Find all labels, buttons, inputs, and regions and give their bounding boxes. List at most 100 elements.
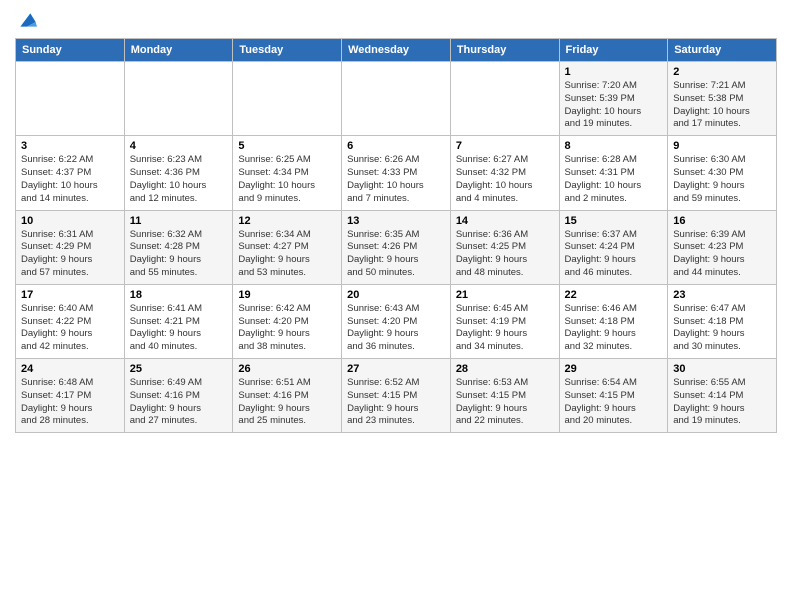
calendar-cell: 12 Sunrise: 6:34 AM Sunset: 4:27 PM Dayli… — [233, 210, 342, 284]
calendar-cell: 1 Sunrise: 7:20 AM Sunset: 5:39 PM Daylig… — [559, 62, 668, 136]
day-number: 7 — [456, 140, 554, 152]
calendar-cell: 5 Sunrise: 6:25 AM Sunset: 4:34 PM Daylig… — [233, 136, 342, 210]
calendar-cell: 26 Sunrise: 6:51 AM Sunset: 4:16 PM Dayli… — [233, 359, 342, 433]
day-of-week-header: Thursday — [450, 39, 559, 62]
day-info: Sunrise: 6:30 AM Sunset: 4:30 PM Dayligh… — [673, 154, 745, 203]
day-number: 26 — [238, 363, 336, 375]
day-number: 5 — [238, 140, 336, 152]
calendar-cell: 10 Sunrise: 6:31 AM Sunset: 4:29 PM Dayli… — [16, 210, 125, 284]
day-number: 17 — [21, 289, 119, 301]
calendar-cell: 19Sunrise: 6:42 AM Sunset: 4:20 PM Dayli… — [233, 284, 342, 358]
day-of-week-header: Tuesday — [233, 39, 342, 62]
calendar-cell: 24 Sunrise: 6:48 AM Sunset: 4:17 PM Dayli… — [16, 359, 125, 433]
day-info: Sunrise: 6:51 AM Sunset: 4:16 PM Dayligh… — [238, 377, 310, 426]
day-info: Sunrise: 6:45 AM Sunset: 4:19 PM Dayligh… — [456, 303, 528, 352]
calendar-week-row: 17 Sunrise: 6:40 AM Sunset: 4:22 PM Dayli… — [16, 284, 777, 358]
calendar-header-row: SundayMondayTuesdayWednesdayThursdayFrid… — [16, 39, 777, 62]
day-info: Sunrise: 6:27 AM Sunset: 4:32 PM Dayligh… — [456, 154, 533, 203]
calendar-cell: 30 Sunrise: 6:55 AM Sunset: 4:14 PM Dayli… — [668, 359, 777, 433]
calendar-cell: 22 Sunrise: 6:46 AM Sunset: 4:18 PM Dayli… — [559, 284, 668, 358]
calendar-cell: 3Sunrise: 6:22 AM Sunset: 4:37 PM Daylig… — [16, 136, 125, 210]
calendar-cell: 18 Sunrise: 6:41 AM Sunset: 4:21 PM Dayli… — [124, 284, 233, 358]
calendar-cell: 21 Sunrise: 6:45 AM Sunset: 4:19 PM Dayli… — [450, 284, 559, 358]
day-number: 25 — [130, 363, 228, 375]
day-number: 12 — [238, 215, 336, 227]
day-number: 13 — [347, 215, 445, 227]
day-info: Sunrise: 6:49 AM Sunset: 4:16 PM Dayligh… — [130, 377, 202, 426]
day-number: 24 — [21, 363, 119, 375]
calendar-cell: 16Sunrise: 6:39 AM Sunset: 4:23 PM Dayli… — [668, 210, 777, 284]
day-number: 15 — [565, 215, 663, 227]
day-info: Sunrise: 7:21 AM Sunset: 5:38 PM Dayligh… — [673, 80, 750, 129]
day-of-week-header: Friday — [559, 39, 668, 62]
day-info: Sunrise: 6:55 AM Sunset: 4:14 PM Dayligh… — [673, 377, 745, 426]
calendar-cell — [16, 62, 125, 136]
calendar-cell — [233, 62, 342, 136]
calendar-cell: 25 Sunrise: 6:49 AM Sunset: 4:16 PM Dayli… — [124, 359, 233, 433]
calendar-cell: 4 Sunrise: 6:23 AM Sunset: 4:36 PM Daylig… — [124, 136, 233, 210]
day-number: 23 — [673, 289, 771, 301]
day-number: 3 — [21, 140, 119, 152]
day-info: Sunrise: 6:43 AM Sunset: 4:20 PM Dayligh… — [347, 303, 419, 352]
day-number: 8 — [565, 140, 663, 152]
day-number: 20 — [347, 289, 445, 301]
day-number: 27 — [347, 363, 445, 375]
day-info: Sunrise: 6:47 AM Sunset: 4:18 PM Dayligh… — [673, 303, 745, 352]
day-number: 1 — [565, 66, 663, 78]
calendar-cell: 11 Sunrise: 6:32 AM Sunset: 4:28 PM Dayli… — [124, 210, 233, 284]
day-number: 4 — [130, 140, 228, 152]
calendar-cell: 15Sunrise: 6:37 AM Sunset: 4:24 PM Dayli… — [559, 210, 668, 284]
calendar-cell: 23 Sunrise: 6:47 AM Sunset: 4:18 PM Dayli… — [668, 284, 777, 358]
logo-icon — [17, 10, 37, 30]
day-info: Sunrise: 6:53 AM Sunset: 4:15 PM Dayligh… — [456, 377, 528, 426]
day-number: 18 — [130, 289, 228, 301]
calendar-week-row: 24 Sunrise: 6:48 AM Sunset: 4:17 PM Dayli… — [16, 359, 777, 433]
calendar-cell: 17 Sunrise: 6:40 AM Sunset: 4:22 PM Dayli… — [16, 284, 125, 358]
day-number: 29 — [565, 363, 663, 375]
calendar-cell — [124, 62, 233, 136]
day-info: Sunrise: 6:40 AM Sunset: 4:22 PM Dayligh… — [21, 303, 93, 352]
calendar-cell: 13 Sunrise: 6:35 AM Sunset: 4:26 PM Dayli… — [342, 210, 451, 284]
calendar-cell: 2 Sunrise: 7:21 AM Sunset: 5:38 PM Daylig… — [668, 62, 777, 136]
calendar-cell: 27 Sunrise: 6:52 AM Sunset: 4:15 PM Dayli… — [342, 359, 451, 433]
calendar-cell: 14Sunrise: 6:36 AM Sunset: 4:25 PM Dayli… — [450, 210, 559, 284]
day-info: Sunrise: 6:36 AM Sunset: 4:25 PM Dayligh… — [456, 229, 528, 278]
day-number: 30 — [673, 363, 771, 375]
day-info: Sunrise: 6:46 AM Sunset: 4:18 PM Dayligh… — [565, 303, 637, 352]
calendar-week-row: 1 Sunrise: 7:20 AM Sunset: 5:39 PM Daylig… — [16, 62, 777, 136]
day-number: 21 — [456, 289, 554, 301]
day-info: Sunrise: 6:35 AM Sunset: 4:26 PM Dayligh… — [347, 229, 419, 278]
day-number: 22 — [565, 289, 663, 301]
day-info: Sunrise: 6:48 AM Sunset: 4:17 PM Dayligh… — [21, 377, 93, 426]
day-number: 2 — [673, 66, 771, 78]
day-info: Sunrise: 6:28 AM Sunset: 4:31 PM Dayligh… — [565, 154, 642, 203]
day-info: Sunrise: 6:41 AM Sunset: 4:21 PM Dayligh… — [130, 303, 202, 352]
day-number: 28 — [456, 363, 554, 375]
calendar-body: 1 Sunrise: 7:20 AM Sunset: 5:39 PM Daylig… — [16, 62, 777, 433]
calendar-cell: 8 Sunrise: 6:28 AM Sunset: 4:31 PM Daylig… — [559, 136, 668, 210]
calendar-cell: 9 Sunrise: 6:30 AM Sunset: 4:30 PM Daylig… — [668, 136, 777, 210]
day-number: 6 — [347, 140, 445, 152]
day-number: 10 — [21, 215, 119, 227]
calendar-cell: 29 Sunrise: 6:54 AM Sunset: 4:15 PM Dayli… — [559, 359, 668, 433]
day-info: Sunrise: 6:52 AM Sunset: 4:15 PM Dayligh… — [347, 377, 419, 426]
day-info: Sunrise: 6:39 AM Sunset: 4:23 PM Dayligh… — [673, 229, 745, 278]
calendar-cell: 6 Sunrise: 6:26 AM Sunset: 4:33 PM Daylig… — [342, 136, 451, 210]
day-info: Sunrise: 6:23 AM Sunset: 4:36 PM Dayligh… — [130, 154, 207, 203]
calendar-cell: 28 Sunrise: 6:53 AM Sunset: 4:15 PM Dayli… — [450, 359, 559, 433]
calendar-table: SundayMondayTuesdayWednesdayThursdayFrid… — [15, 38, 777, 433]
day-of-week-header: Wednesday — [342, 39, 451, 62]
day-info: Sunrise: 6:31 AM Sunset: 4:29 PM Dayligh… — [21, 229, 93, 278]
day-info: Sunrise: 6:42 AM Sunset: 4:20 PM Dayligh… — [238, 303, 310, 352]
logo — [15, 10, 37, 30]
day-info: Sunrise: 6:54 AM Sunset: 4:15 PM Dayligh… — [565, 377, 637, 426]
calendar-cell: 7 Sunrise: 6:27 AM Sunset: 4:32 PM Daylig… — [450, 136, 559, 210]
calendar-cell — [342, 62, 451, 136]
day-info: Sunrise: 7:20 AM Sunset: 5:39 PM Dayligh… — [565, 80, 642, 129]
day-number: 11 — [130, 215, 228, 227]
day-info: Sunrise: 6:26 AM Sunset: 4:33 PM Dayligh… — [347, 154, 424, 203]
day-number: 9 — [673, 140, 771, 152]
day-info: Sunrise: 6:25 AM Sunset: 4:34 PM Dayligh… — [238, 154, 315, 203]
day-info: Sunrise: 6:32 AM Sunset: 4:28 PM Dayligh… — [130, 229, 202, 278]
day-info: Sunrise: 6:34 AM Sunset: 4:27 PM Dayligh… — [238, 229, 310, 278]
